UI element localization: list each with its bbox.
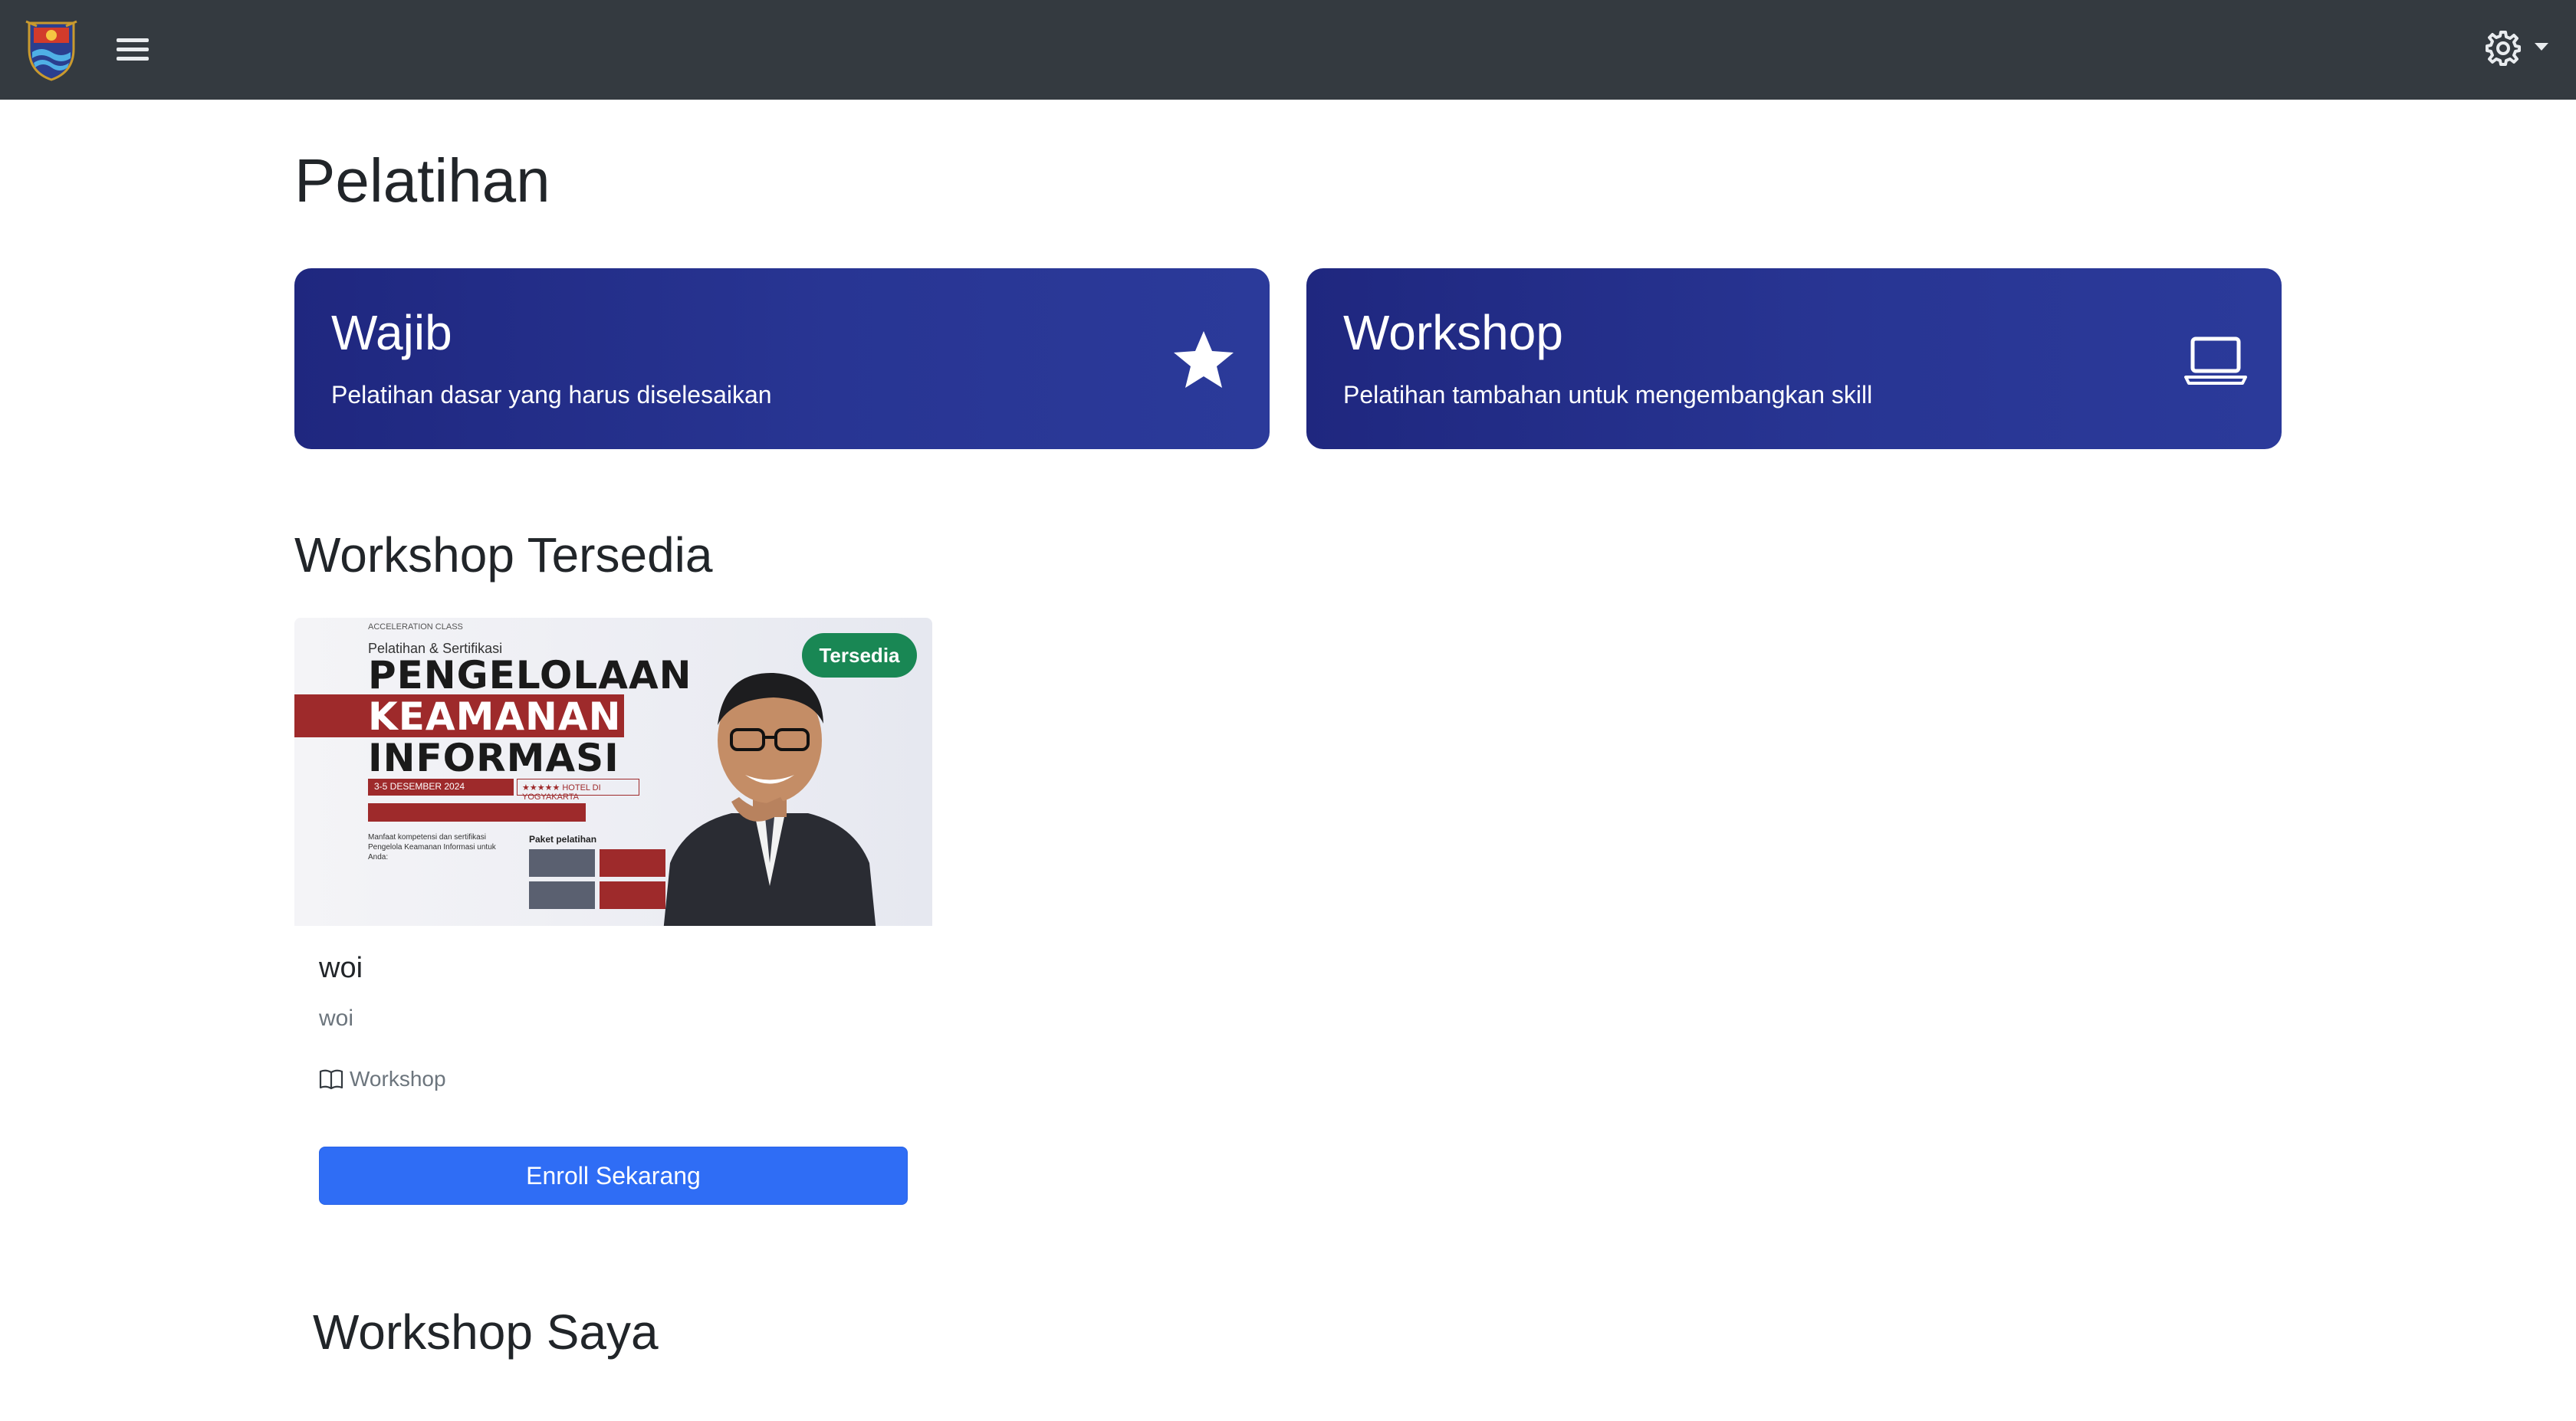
city-crest-logo[interactable]	[23, 18, 80, 81]
workshop-title: woi	[319, 952, 363, 984]
gear-icon	[2486, 31, 2521, 66]
workshop-category-label: Workshop	[350, 1067, 446, 1091]
poster-benefit-text: Manfaat kompetensi dan sertifikasi Penge…	[368, 833, 496, 861]
star-icon	[1174, 331, 1234, 388]
poster-line: KEAMANAN	[368, 694, 622, 739]
enroll-button[interactable]: Enroll Sekarang	[319, 1147, 908, 1205]
category-card-wajib[interactable]: Wajib Pelatihan dasar yang harus diseles…	[294, 268, 1270, 449]
poster-header-small: ACCELERATION CLASS	[368, 622, 463, 632]
poster-line: INFORMASI	[368, 736, 619, 780]
workshop-category: Workshop	[319, 1067, 446, 1091]
workshop-poster-image: ACCELERATION CLASS Pelatihan & Sertifika…	[294, 618, 932, 926]
category-card-workshop[interactable]: Workshop Pelatihan tambahan untuk mengem…	[1306, 268, 2282, 449]
poster-package-title: Paket pelatihan	[529, 834, 597, 845]
top-navbar	[0, 0, 2576, 100]
book-icon	[319, 1069, 343, 1090]
sidebar-toggle-button[interactable]	[117, 35, 152, 63]
status-badge: Tersedia	[802, 633, 917, 678]
category-title: Wajib	[331, 305, 452, 360]
hamburger-icon	[117, 38, 149, 42]
workshop-description: woi	[319, 1006, 354, 1031]
workshop-card: ACCELERATION CLASS Pelatihan & Sertifika…	[294, 618, 932, 1231]
section-title-mine: Workshop Saya	[313, 1304, 659, 1360]
poster-date: 3-5 DESEMBER 2024	[368, 779, 514, 796]
section-title-available: Workshop Tersedia	[294, 527, 713, 583]
laptop-icon	[2184, 336, 2247, 385]
category-description: Pelatihan tambahan untuk mengembangkan s…	[1343, 381, 1873, 409]
settings-dropdown-button[interactable]	[2484, 29, 2561, 67]
category-description: Pelatihan dasar yang harus diselesaikan	[331, 381, 772, 409]
chevron-down-icon	[2535, 43, 2548, 51]
page-title: Pelatihan	[294, 146, 550, 215]
category-title: Workshop	[1343, 305, 1563, 360]
